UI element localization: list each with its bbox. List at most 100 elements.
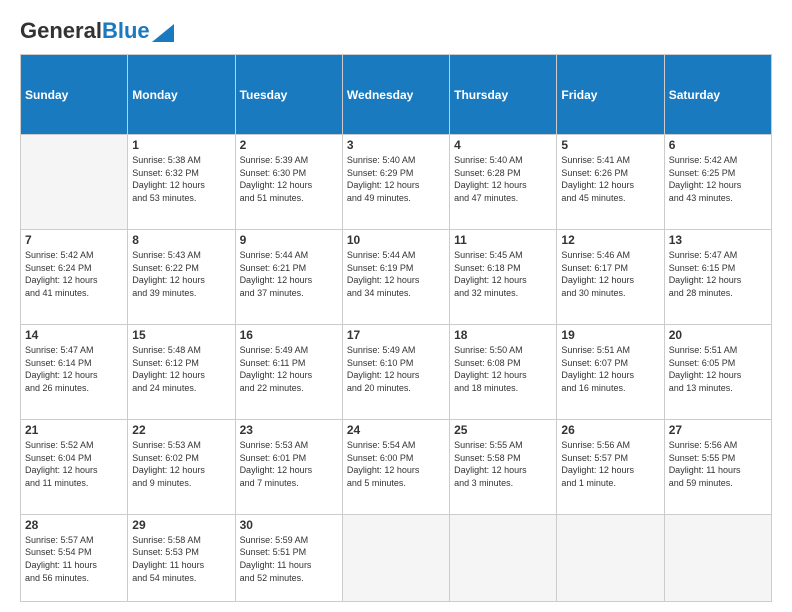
day-number: 29 — [132, 518, 230, 532]
day-number: 4 — [454, 138, 552, 152]
calendar-table: Sunday Monday Tuesday Wednesday Thursday… — [20, 54, 772, 602]
calendar-cell: 10 Sunrise: 5:44 AM Sunset: 6:19 PM Dayli… — [342, 229, 449, 324]
calendar-cell: 22 Sunrise: 5:53 AM Sunset: 6:02 PM Dayli… — [128, 419, 235, 514]
calendar-cell: 30 Sunrise: 5:59 AM Sunset: 5:51 PM Dayli… — [235, 514, 342, 601]
header-saturday: Saturday — [664, 55, 771, 135]
day-info: Sunrise: 5:56 AM Sunset: 5:55 PM Dayligh… — [669, 439, 767, 489]
day-info: Sunrise: 5:57 AM Sunset: 5:54 PM Dayligh… — [25, 534, 123, 584]
calendar-cell — [664, 514, 771, 601]
logo-arrow-icon — [152, 24, 174, 42]
day-info: Sunrise: 5:56 AM Sunset: 5:57 PM Dayligh… — [561, 439, 659, 489]
header-monday: Monday — [128, 55, 235, 135]
day-info: Sunrise: 5:58 AM Sunset: 5:53 PM Dayligh… — [132, 534, 230, 584]
day-number: 10 — [347, 233, 445, 247]
day-number: 19 — [561, 328, 659, 342]
day-info: Sunrise: 5:53 AM Sunset: 6:02 PM Dayligh… — [132, 439, 230, 489]
day-number: 1 — [132, 138, 230, 152]
calendar-cell: 8 Sunrise: 5:43 AM Sunset: 6:22 PM Daylig… — [128, 229, 235, 324]
day-number: 23 — [240, 423, 338, 437]
day-info: Sunrise: 5:45 AM Sunset: 6:18 PM Dayligh… — [454, 249, 552, 299]
day-info: Sunrise: 5:41 AM Sunset: 6:26 PM Dayligh… — [561, 154, 659, 204]
calendar-cell — [21, 135, 128, 230]
calendar-cell: 24 Sunrise: 5:54 AM Sunset: 6:00 PM Dayli… — [342, 419, 449, 514]
calendar-cell: 25Sunrise: 5:55 AM Sunset: 5:58 PM Dayli… — [450, 419, 557, 514]
calendar-cell — [557, 514, 664, 601]
calendar-cell: 6 Sunrise: 5:42 AM Sunset: 6:25 PM Daylig… — [664, 135, 771, 230]
day-info: Sunrise: 5:51 AM Sunset: 6:05 PM Dayligh… — [669, 344, 767, 394]
day-info: Sunrise: 5:48 AM Sunset: 6:12 PM Dayligh… — [132, 344, 230, 394]
day-number: 20 — [669, 328, 767, 342]
day-info: Sunrise: 5:59 AM Sunset: 5:51 PM Dayligh… — [240, 534, 338, 584]
calendar-cell: 17Sunrise: 5:49 AM Sunset: 6:10 PM Dayli… — [342, 324, 449, 419]
calendar-cell — [450, 514, 557, 601]
calendar-cell: 1Sunrise: 5:38 AM Sunset: 6:32 PM Daylig… — [128, 135, 235, 230]
day-info: Sunrise: 5:42 AM Sunset: 6:25 PM Dayligh… — [669, 154, 767, 204]
calendar-cell: 2 Sunrise: 5:39 AM Sunset: 6:30 PM Daylig… — [235, 135, 342, 230]
page-header: General Blue — [20, 18, 772, 44]
calendar-cell: 16Sunrise: 5:49 AM Sunset: 6:11 PM Dayli… — [235, 324, 342, 419]
day-number: 13 — [669, 233, 767, 247]
day-info: Sunrise: 5:47 AM Sunset: 6:15 PM Dayligh… — [669, 249, 767, 299]
day-number: 15 — [132, 328, 230, 342]
day-number: 21 — [25, 423, 123, 437]
day-number: 22 — [132, 423, 230, 437]
calendar-cell: 14 Sunrise: 5:47 AM Sunset: 6:14 PM Dayli… — [21, 324, 128, 419]
day-info: Sunrise: 5:47 AM Sunset: 6:14 PM Dayligh… — [25, 344, 123, 394]
day-number: 27 — [669, 423, 767, 437]
calendar-cell: 18 Sunrise: 5:50 AM Sunset: 6:08 PM Dayli… — [450, 324, 557, 419]
day-info: Sunrise: 5:44 AM Sunset: 6:21 PM Dayligh… — [240, 249, 338, 299]
calendar-cell: 28 Sunrise: 5:57 AM Sunset: 5:54 PM Dayli… — [21, 514, 128, 601]
calendar-cell: 26Sunrise: 5:56 AM Sunset: 5:57 PM Dayli… — [557, 419, 664, 514]
day-info: Sunrise: 5:54 AM Sunset: 6:00 PM Dayligh… — [347, 439, 445, 489]
header-thursday: Thursday — [450, 55, 557, 135]
day-number: 25 — [454, 423, 552, 437]
day-info: Sunrise: 5:50 AM Sunset: 6:08 PM Dayligh… — [454, 344, 552, 394]
day-number: 30 — [240, 518, 338, 532]
calendar-cell: 3 Sunrise: 5:40 AM Sunset: 6:29 PM Daylig… — [342, 135, 449, 230]
day-info: Sunrise: 5:39 AM Sunset: 6:30 PM Dayligh… — [240, 154, 338, 204]
day-number: 5 — [561, 138, 659, 152]
header-friday: Friday — [557, 55, 664, 135]
logo: General Blue — [20, 18, 174, 44]
calendar-cell: 13 Sunrise: 5:47 AM Sunset: 6:15 PM Dayli… — [664, 229, 771, 324]
day-number: 7 — [25, 233, 123, 247]
day-info: Sunrise: 5:53 AM Sunset: 6:01 PM Dayligh… — [240, 439, 338, 489]
calendar-cell — [342, 514, 449, 601]
logo-blue: Blue — [102, 18, 150, 44]
calendar-cell: 27 Sunrise: 5:56 AM Sunset: 5:55 PM Dayli… — [664, 419, 771, 514]
header-sunday: Sunday — [21, 55, 128, 135]
day-number: 28 — [25, 518, 123, 532]
calendar-cell: 15 Sunrise: 5:48 AM Sunset: 6:12 PM Dayli… — [128, 324, 235, 419]
day-number: 2 — [240, 138, 338, 152]
calendar-cell: 29 Sunrise: 5:58 AM Sunset: 5:53 PM Dayli… — [128, 514, 235, 601]
day-number: 12 — [561, 233, 659, 247]
calendar-cell: 23 Sunrise: 5:53 AM Sunset: 6:01 PM Dayli… — [235, 419, 342, 514]
calendar-cell: 12 Sunrise: 5:46 AM Sunset: 6:17 PM Dayli… — [557, 229, 664, 324]
day-info: Sunrise: 5:40 AM Sunset: 6:29 PM Dayligh… — [347, 154, 445, 204]
day-info: Sunrise: 5:51 AM Sunset: 6:07 PM Dayligh… — [561, 344, 659, 394]
day-number: 8 — [132, 233, 230, 247]
day-number: 17 — [347, 328, 445, 342]
calendar-cell: 9 Sunrise: 5:44 AM Sunset: 6:21 PM Daylig… — [235, 229, 342, 324]
day-number: 9 — [240, 233, 338, 247]
day-number: 16 — [240, 328, 338, 342]
day-number: 11 — [454, 233, 552, 247]
calendar-cell: 20 Sunrise: 5:51 AM Sunset: 6:05 PM Dayli… — [664, 324, 771, 419]
day-info: Sunrise: 5:52 AM Sunset: 6:04 PM Dayligh… — [25, 439, 123, 489]
day-number: 14 — [25, 328, 123, 342]
day-info: Sunrise: 5:46 AM Sunset: 6:17 PM Dayligh… — [561, 249, 659, 299]
calendar-cell: 19 Sunrise: 5:51 AM Sunset: 6:07 PM Dayli… — [557, 324, 664, 419]
day-number: 24 — [347, 423, 445, 437]
header-wednesday: Wednesday — [342, 55, 449, 135]
calendar-cell: 5 Sunrise: 5:41 AM Sunset: 6:26 PM Daylig… — [557, 135, 664, 230]
day-info: Sunrise: 5:43 AM Sunset: 6:22 PM Dayligh… — [132, 249, 230, 299]
day-info: Sunrise: 5:44 AM Sunset: 6:19 PM Dayligh… — [347, 249, 445, 299]
day-number: 18 — [454, 328, 552, 342]
calendar-cell: 11 Sunrise: 5:45 AM Sunset: 6:18 PM Dayli… — [450, 229, 557, 324]
day-number: 6 — [669, 138, 767, 152]
logo-general: General — [20, 18, 102, 44]
header-tuesday: Tuesday — [235, 55, 342, 135]
calendar-cell: 7Sunrise: 5:42 AM Sunset: 6:24 PM Daylig… — [21, 229, 128, 324]
day-number: 3 — [347, 138, 445, 152]
calendar-cell: 21 Sunrise: 5:52 AM Sunset: 6:04 PM Dayli… — [21, 419, 128, 514]
